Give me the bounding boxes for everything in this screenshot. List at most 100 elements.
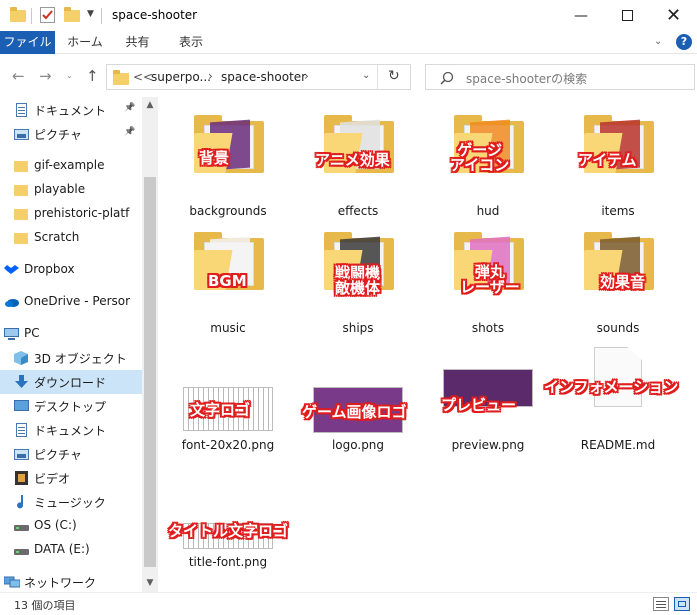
sidebar-item[interactable]: prehistoric-platf xyxy=(0,202,142,226)
breadcrumb-item[interactable]: superpo... xyxy=(151,70,211,84)
navigation-pane: ドキュメント 📌 ピクチャ 📌 gif-example playable prehistor… xyxy=(0,97,158,592)
sidebar-item[interactable]: Scratch xyxy=(0,226,142,250)
annotation-label: インフォメーション xyxy=(544,378,679,396)
address-dropdown-icon[interactable]: ⌄ xyxy=(362,70,370,81)
annotation-label: ゲーム画像ロゴ xyxy=(302,403,407,421)
network-icon xyxy=(3,575,21,589)
refresh-icon[interactable]: ↻ xyxy=(388,68,400,84)
sidebar-item[interactable]: ビデオ xyxy=(0,466,142,490)
up-arrow-icon[interactable]: ↑ xyxy=(86,67,99,85)
help-icon[interactable]: ? xyxy=(676,34,692,50)
properties-icon[interactable] xyxy=(40,7,55,23)
folder-icon xyxy=(14,207,29,221)
download-icon xyxy=(14,375,29,389)
file-name: logo.png xyxy=(331,438,385,452)
scroll-up-arrow-icon[interactable]: ▲ xyxy=(142,97,158,113)
sidebar-item[interactable]: gif-example xyxy=(0,154,142,178)
window-title: space-shooter xyxy=(112,8,198,22)
sidebar-item[interactable]: ドキュメント xyxy=(0,418,142,442)
annotation-label: 弾丸 レーザー xyxy=(460,263,520,296)
sidebar-item-label: ビデオ xyxy=(34,472,71,486)
file-name: README.md xyxy=(580,438,656,452)
sidebar-item[interactable]: ダウンロード xyxy=(0,370,142,394)
sidebar-item-label: ミュージック xyxy=(34,496,106,510)
file-list: backgrounds 背景 effects アニメ効果 hud ゲージ アイコン item… xyxy=(160,97,697,592)
sidebar-item[interactable]: ネットワーク xyxy=(0,570,142,592)
desktop-icon xyxy=(14,399,29,413)
sidebar-item-label: ピクチャ xyxy=(34,128,82,142)
recent-locations-chevron-icon[interactable]: ⌄ xyxy=(66,71,73,80)
quick-access-dropdown-icon[interactable]: ▼ xyxy=(87,9,94,19)
sidebar-item[interactable]: DATA (E:) xyxy=(0,538,142,562)
annotation-label: アイテム xyxy=(578,151,637,169)
file-name: backgrounds xyxy=(189,204,267,218)
sidebar-item[interactable]: ドキュメント 📌 xyxy=(0,98,142,122)
document-icon xyxy=(14,423,29,437)
sidebar-item-label: gif-example xyxy=(34,158,105,172)
forward-arrow-icon[interactable]: → xyxy=(39,67,52,85)
onedrive-icon xyxy=(4,295,19,309)
3d-objects-icon xyxy=(14,351,29,365)
back-arrow-icon[interactable]: ← xyxy=(12,67,25,85)
sidebar-item[interactable]: playable xyxy=(0,178,142,202)
file-name: effects xyxy=(337,204,379,218)
search-placeholder: space-shooterの検索 xyxy=(466,72,588,86)
scrollbar-thumb[interactable] xyxy=(144,177,156,567)
maximize-button[interactable] xyxy=(604,0,650,31)
picture-icon xyxy=(14,127,29,141)
sidebar-item-label: ダウンロード xyxy=(34,376,107,390)
tab-home[interactable]: ホーム xyxy=(60,31,110,54)
pc-icon xyxy=(4,327,19,341)
sidebar-item[interactable]: ミュージック xyxy=(0,490,142,514)
folder-icon xyxy=(14,231,29,245)
sidebar-item-label: ピクチャ xyxy=(34,448,82,462)
sidebar-item-label: ドキュメント xyxy=(34,424,107,438)
sidebar-item[interactable]: ピクチャ 📌 xyxy=(0,122,142,146)
sidebar-item-label: DATA (E:) xyxy=(34,542,90,556)
file-name: ships xyxy=(342,321,374,335)
video-icon xyxy=(14,471,29,485)
breadcrumb-chevron-icon[interactable]: › xyxy=(304,69,309,83)
close-button[interactable]: ✕ xyxy=(650,0,697,31)
separator xyxy=(377,65,378,89)
separator xyxy=(101,8,102,24)
breadcrumb-item[interactable]: space-shooter xyxy=(221,70,306,84)
large-icons-view-icon[interactable] xyxy=(674,597,690,611)
sidebar-item-label: PC xyxy=(24,326,40,340)
file-name: font-20x20.png xyxy=(181,438,275,452)
annotation-label: 文字ロゴ xyxy=(190,401,251,419)
navigation-bar: ← → ⌄ ↑ << superpo... › space-shooter › … xyxy=(0,55,697,97)
sidebar-item[interactable]: Dropbox xyxy=(0,258,142,282)
sidebar-item-label: OneDrive - Persor xyxy=(24,294,131,308)
breadcrumb-chevron-icon[interactable]: › xyxy=(208,69,213,83)
sidebar-item[interactable]: デスクトップ xyxy=(0,394,142,418)
sidebar-item[interactable]: OS (C:) xyxy=(0,514,142,538)
item-count: 13 個の項目 xyxy=(14,599,76,612)
picture-icon xyxy=(14,447,29,461)
sidebar-item-label: prehistoric-platf xyxy=(34,206,130,220)
minimize-button[interactable]: — xyxy=(558,0,604,31)
details-view-icon[interactable] xyxy=(653,597,669,611)
sidebar-item-label: playable xyxy=(34,182,86,196)
sidebar-item-label: ネットワーク xyxy=(24,576,97,590)
annotation-label: 効果音 xyxy=(600,273,646,291)
tab-view[interactable]: 表示 xyxy=(167,31,215,54)
sidebar-item-label: ドキュメント xyxy=(34,104,107,118)
tab-share[interactable]: 共有 xyxy=(115,31,160,54)
folder-icon xyxy=(14,183,29,197)
sidebar-item[interactable]: 3D オブジェクト xyxy=(0,346,142,370)
ribbon-expand-icon[interactable]: ⌄ xyxy=(654,36,662,47)
sidebar-item[interactable]: PC xyxy=(0,322,142,346)
search-box[interactable]: space-shooterの検索 xyxy=(425,64,695,90)
sidebar-item[interactable]: OneDrive - Persor xyxy=(0,290,142,314)
scroll-down-arrow-icon[interactable]: ▼ xyxy=(142,575,158,591)
sidebar-item[interactable]: ピクチャ xyxy=(0,442,142,466)
annotation-label: 戦闘機 敵機体 xyxy=(335,264,381,297)
sidebar-item-label: Dropbox xyxy=(24,262,75,276)
address-bar[interactable]: << superpo... › space-shooter › ⌄ ↻ xyxy=(106,64,411,90)
annotation-label: プレビュー xyxy=(441,396,517,414)
sidebar-scrollbar[interactable]: ▲ ▼ xyxy=(142,97,158,592)
file-name: music xyxy=(210,321,246,335)
status-bar: 13 個の項目 xyxy=(0,592,697,615)
tab-file[interactable]: ファイル xyxy=(0,31,55,54)
